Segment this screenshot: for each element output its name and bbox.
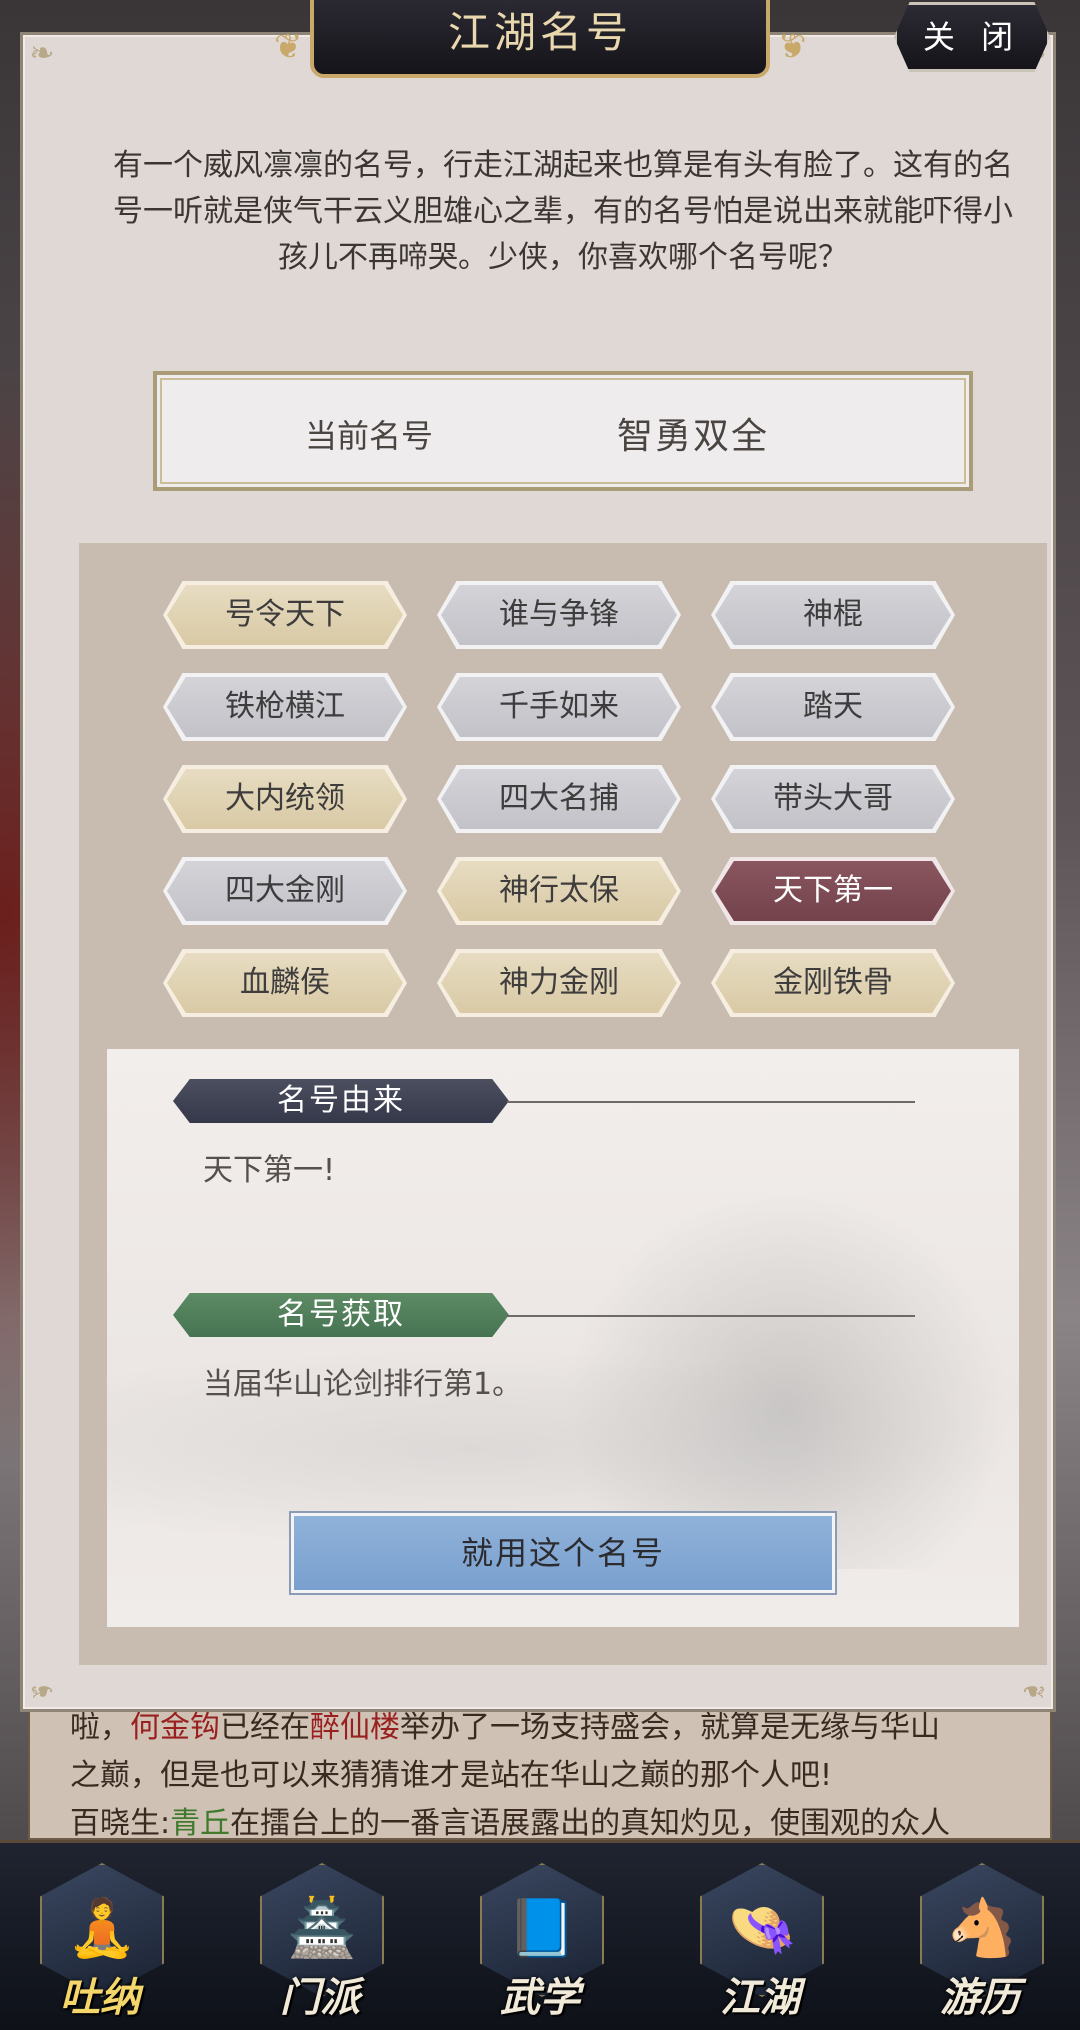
title-option[interactable]: 号令天下 [163,581,407,649]
close-button[interactable]: 关 闭 [894,2,1050,72]
title-option[interactable]: 铁枪横江 [163,673,407,741]
title-option[interactable]: 神棍 [711,581,955,649]
story-log: 啦，何金钩已经在醉仙楼举办了一场支持盛会，就算是无缘与华山 之巅，但是也可以来猜… [28,1690,1052,1841]
acquire-section-tag: 名号获取 [173,1293,509,1337]
current-title-value: 智勇双全 [617,416,770,457]
title-option[interactable]: 大内统领 [163,765,407,833]
current-title-label: 当前名号 [305,417,434,455]
current-title-box: 当前名号 智勇双全 [153,371,973,491]
title-dialog: ❧ ❧ ❧ ❧ 有一个威风凛凛的名号，行走江湖起来也算是有头有脸了。这有的名号一… [20,32,1056,1712]
nav-item-travel[interactable]: 🐴 游历 [910,1863,1050,2023]
origin-text: 天下第一! [203,1153,336,1188]
corner-ornament-icon: ❧ [29,36,55,71]
title-option-selected[interactable]: 天下第一 [711,857,955,925]
divider [507,1315,915,1317]
corner-ornament-icon: ❧ [1021,1673,1047,1708]
place-name-link[interactable]: 醉仙楼 [310,1710,400,1745]
nav-item-tuna[interactable]: 🧘 吐纳 [30,1863,170,2023]
nav-item-sect[interactable]: 🏯 门派 [250,1863,390,2023]
nav-item-jianghu[interactable]: 👒 江湖 [690,1863,830,2023]
divider [507,1101,915,1103]
story-line-2: 之巅，但是也可以来猜猜谁才是站在华山之巅的那个人吧! [70,1758,833,1793]
title-option[interactable]: 带头大哥 [711,765,955,833]
title-option[interactable]: 千手如来 [437,673,681,741]
corner-ornament-icon: ❧ [29,1673,55,1708]
dialog-title: 江湖名号 [274,0,770,84]
acquire-text: 当届华山论剑排行第1。 [203,1367,523,1402]
player-name-link[interactable]: 青丘 [170,1806,230,1841]
nav-item-martial-arts[interactable]: 📘 武学 [470,1863,610,2023]
npc-name-link[interactable]: 何金钩 [130,1710,220,1745]
title-option[interactable]: 神行太保 [437,857,681,925]
title-option[interactable]: 四大名捕 [437,765,681,833]
bottom-nav: 🧘 吐纳 🏯 门派 📘 武学 👒 江湖 🐴 游历 [0,1840,1080,2030]
title-option[interactable]: 四大金刚 [163,857,407,925]
origin-section-tag: 名号由来 [173,1079,509,1123]
title-option[interactable]: 谁与争锋 [437,581,681,649]
title-option[interactable]: 血麟侯 [163,949,407,1017]
title-option[interactable]: 金刚铁骨 [711,949,955,1017]
use-title-button[interactable]: 就用这个名号 [289,1511,837,1595]
title-option[interactable]: 神力金刚 [437,949,681,1017]
title-option[interactable]: 踏天 [711,673,955,741]
intro-text: 有一个威风凛凛的名号，行走江湖起来也算是有头有脸了。这有的名号一听就是侠气干云义… [113,148,1013,275]
